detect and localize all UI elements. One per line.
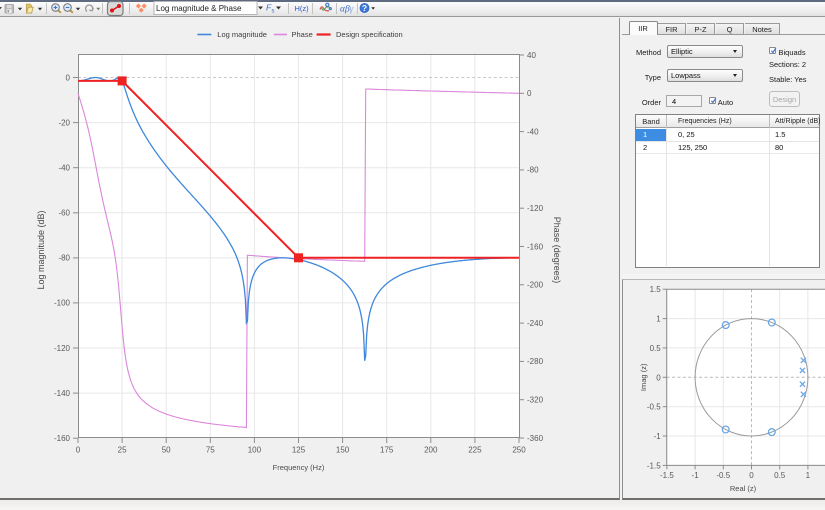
svg-text:-240: -240 — [527, 319, 544, 328]
svg-text:1: 1 — [806, 471, 811, 480]
svg-text:1: 1 — [656, 315, 661, 324]
svg-text:-80: -80 — [58, 254, 70, 263]
svg-text:1.5: 1.5 — [650, 285, 662, 294]
svg-text:-140: -140 — [54, 389, 71, 398]
svg-text:0: 0 — [749, 471, 754, 480]
svg-text:25: 25 — [118, 446, 127, 455]
svg-text:-120: -120 — [527, 204, 544, 213]
svg-text:-160: -160 — [527, 242, 544, 251]
svg-text:125: 125 — [292, 446, 306, 455]
svg-text:0: 0 — [527, 89, 532, 98]
svg-text:-0.5: -0.5 — [647, 403, 661, 412]
svg-text:175: 175 — [380, 446, 394, 455]
svg-text:-320: -320 — [527, 396, 544, 405]
svg-text:-40: -40 — [527, 127, 539, 136]
svg-text:-40: -40 — [58, 164, 70, 173]
svg-text:-280: -280 — [527, 357, 544, 366]
svg-text:-360: -360 — [527, 434, 544, 443]
svg-text:Design specification: Design specification — [336, 30, 403, 39]
svg-text:Imag (z): Imag (z) — [639, 363, 648, 391]
svg-text:225: 225 — [468, 446, 482, 455]
svg-text:50: 50 — [162, 446, 171, 455]
svg-text:Log magnitude: Log magnitude — [217, 30, 267, 39]
svg-text:0.5: 0.5 — [650, 344, 662, 353]
svg-text:-80: -80 — [527, 166, 539, 175]
svg-text:Phase: Phase — [292, 30, 313, 39]
svg-text:Phase (degrees): Phase (degrees) — [552, 217, 562, 284]
svg-text:100: 100 — [248, 446, 262, 455]
svg-text:0: 0 — [66, 73, 71, 82]
svg-text:-0.5: -0.5 — [716, 471, 730, 480]
svg-text:Real (z): Real (z) — [730, 484, 757, 493]
svg-text:-20: -20 — [58, 118, 70, 127]
svg-text:200: 200 — [424, 446, 438, 455]
svg-text:150: 150 — [336, 446, 350, 455]
svg-text:-1: -1 — [654, 432, 662, 441]
svg-text:-160: -160 — [54, 434, 71, 443]
svg-text:250: 250 — [512, 446, 526, 455]
svg-text:-1: -1 — [692, 471, 700, 480]
svg-text:-1.5: -1.5 — [647, 461, 661, 470]
svg-text:Log magnitude (dB): Log magnitude (dB) — [36, 210, 46, 289]
svg-text:75: 75 — [206, 446, 215, 455]
svg-text:-200: -200 — [527, 281, 544, 290]
svg-text:0: 0 — [76, 446, 81, 455]
svg-text:0.5: 0.5 — [774, 471, 786, 480]
svg-text:-1.5: -1.5 — [660, 471, 674, 480]
svg-text:40: 40 — [527, 51, 536, 60]
svg-text:0: 0 — [656, 373, 661, 382]
svg-text:Frequency (Hz): Frequency (Hz) — [273, 463, 325, 472]
svg-text:-120: -120 — [54, 344, 71, 353]
svg-text:-100: -100 — [54, 299, 71, 308]
svg-text:-60: -60 — [58, 209, 70, 218]
